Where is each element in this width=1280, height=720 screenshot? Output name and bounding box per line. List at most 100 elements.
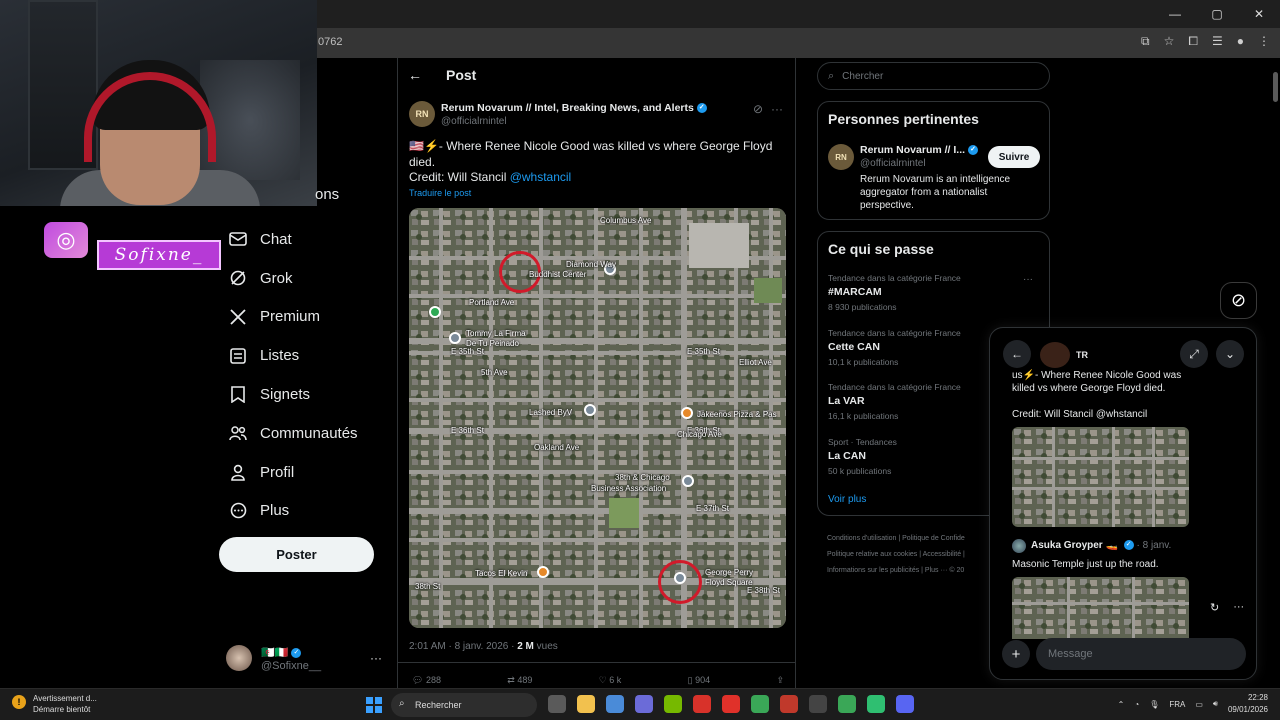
trend-item[interactable]: Tendance dans la catégorie France #MARCA… xyxy=(828,273,1038,312)
reply-icon[interactable]: ↻ xyxy=(1210,601,1219,614)
nav-item-grok[interactable]: Grok xyxy=(228,259,358,298)
profile-icon[interactable]: ● xyxy=(1237,34,1244,49)
like-button[interactable]: ♡ 6 k xyxy=(599,675,622,686)
repost-button[interactable]: ⇄ 489 xyxy=(507,675,532,686)
chevron-up-icon[interactable]: ⌃ xyxy=(1118,700,1125,709)
post-credit: Credit: Will Stancil @whstancil xyxy=(409,170,572,184)
taskbar-app-icon[interactable] xyxy=(577,695,595,713)
close-button[interactable]: ✕ xyxy=(1238,0,1280,28)
grok-icon[interactable]: ⊘ xyxy=(1220,282,1257,319)
taskbar-app-icon[interactable] xyxy=(606,695,624,713)
taskbar-app-icon[interactable] xyxy=(896,695,914,713)
more-icon[interactable]: ··· xyxy=(1233,601,1244,614)
nav-item-partial[interactable]: ons xyxy=(315,186,339,203)
taskbar-app-icon[interactable] xyxy=(780,695,798,713)
windows-start-icon[interactable] xyxy=(366,697,382,713)
author-name[interactable]: Rerum Novarum // Intel, Breaking News, a… xyxy=(441,102,707,114)
nav-item-communities[interactable]: Communautés xyxy=(228,414,358,453)
relevant-handle[interactable]: @officialrnintel xyxy=(860,158,926,169)
taskbar-app-icon[interactable] xyxy=(693,695,711,713)
more-icon[interactable]: ··· xyxy=(370,651,382,665)
expand-icon[interactable]: ⤢ xyxy=(1180,340,1208,368)
microphone-icon[interactable]: 🎙︎ xyxy=(1149,700,1159,709)
map-label: Tommy La Firma xyxy=(466,329,526,338)
map-label: 38th St xyxy=(415,582,441,591)
chat-map-thumbnail[interactable] xyxy=(1012,427,1189,527)
search-input[interactable]: ⌕ Chercher xyxy=(817,62,1050,90)
footer-links[interactable]: Conditions d'utilisation | Politique de … xyxy=(827,531,997,579)
nav-item-more[interactable]: Plus xyxy=(228,492,358,531)
map-label: E 37th St xyxy=(696,504,729,513)
clock[interactable]: 22:28 09/01/2026 xyxy=(1228,692,1268,716)
follow-button[interactable]: Suivre xyxy=(988,146,1040,168)
map-pin-icon xyxy=(429,306,441,318)
window-controls: — ▢ ✕ xyxy=(1154,0,1280,28)
reading-list-icon[interactable]: ☰ xyxy=(1212,34,1223,49)
share-icon[interactable]: ⇪ xyxy=(776,675,784,686)
map-pin-icon xyxy=(674,572,686,584)
nav-item-chat[interactable]: Chat xyxy=(228,220,358,259)
taskbar-app-icon[interactable] xyxy=(751,695,769,713)
chat-map-thumbnail[interactable] xyxy=(1012,577,1189,639)
taskbar-search[interactable]: ⌕ Rechercher xyxy=(391,693,537,717)
grok-icon[interactable]: ⊘ xyxy=(753,102,763,116)
chat-title: TR xyxy=(1076,350,1088,360)
notification-item[interactable]: ! Avertissement d... Démarre bientôt xyxy=(12,693,97,715)
x-logo-icon xyxy=(228,307,248,327)
search-placeholder: Chercher xyxy=(842,70,884,82)
post-button[interactable]: Poster xyxy=(219,537,374,572)
taskbar-app-icon[interactable] xyxy=(809,695,827,713)
url-text[interactable]: 0762 xyxy=(318,36,342,48)
back-arrow-icon[interactable]: ← xyxy=(408,67,422,83)
display-icon[interactable]: ▭ xyxy=(1195,700,1203,709)
nav-item-lists[interactable]: Listes xyxy=(228,336,358,375)
author-avatar[interactable]: RN xyxy=(409,101,435,127)
see-more-link[interactable]: Voir plus xyxy=(828,494,866,505)
main-column: ← Post RN Rerum Novarum // Intel, Breaki… xyxy=(397,58,796,720)
translate-link[interactable]: Traduire le post xyxy=(409,188,471,198)
page-scrollbar[interactable] xyxy=(1270,58,1280,658)
author-handle[interactable]: @officialrnintel xyxy=(441,116,507,127)
extensions-icon[interactable]: ⧠ xyxy=(1188,34,1198,49)
volume-icon[interactable]: 🔊︎ xyxy=(1213,699,1218,709)
network-icon[interactable]: ◔ xyxy=(1134,700,1139,709)
install-icon[interactable]: ⧉ xyxy=(1141,34,1150,49)
taskbar-app-icon[interactable] xyxy=(548,695,566,713)
taskbar-app-icon[interactable] xyxy=(635,695,653,713)
message-input[interactable]: Message xyxy=(1036,638,1246,670)
windows-taskbar: ! Avertissement d... Démarre bientôt ⌕ Re… xyxy=(0,688,1280,720)
chevron-down-icon[interactable]: ⌄ xyxy=(1216,340,1244,368)
taskbar-app-icon[interactable] xyxy=(867,695,885,713)
relevant-name[interactable]: Rerum Novarum // I... ✓ xyxy=(860,144,979,156)
add-attachment-icon[interactable]: + xyxy=(1002,640,1030,668)
taskbar-app-icon[interactable] xyxy=(664,695,682,713)
minimize-button[interactable]: — xyxy=(1154,0,1196,28)
maximize-button[interactable]: ▢ xyxy=(1196,0,1238,28)
chat-message-actions: ↻ ··· xyxy=(1210,601,1244,614)
post-tools: ⊘ ··· xyxy=(753,102,783,116)
post-map-image[interactable]: Diamond Way Buddhist Center Tommy La Fir… xyxy=(409,208,786,628)
warning-icon: ! xyxy=(12,695,26,709)
reply-button[interactable]: 💬︎ 288 xyxy=(412,675,441,686)
account-switcher[interactable]: 🇩🇿🇮🇹 ✓ @Sofixne__ ··· xyxy=(226,643,386,675)
taskbar-app-icon[interactable] xyxy=(722,695,740,713)
instagram-icon: ◎ xyxy=(44,222,88,258)
nav-item-bookmarks[interactable]: Signets xyxy=(228,375,358,414)
card-title: Personnes pertinentes xyxy=(828,111,979,127)
card-title: Ce qui se passe xyxy=(828,241,934,257)
chat-message: Masonic Temple just up the road. xyxy=(1012,559,1159,570)
map-label: Oakland Ave xyxy=(534,443,580,452)
taskbar-app-icon[interactable] xyxy=(838,695,856,713)
star-icon[interactable]: ☆ xyxy=(1164,34,1175,49)
menu-icon[interactable]: ⋮ xyxy=(1258,34,1270,49)
nav-item-profile[interactable]: Profil xyxy=(228,453,358,492)
bookmark-button[interactable]: ▯ 904 xyxy=(688,675,710,686)
map-label: E 35th St xyxy=(687,347,720,356)
more-icon[interactable]: ··· xyxy=(771,102,783,116)
nav-item-premium[interactable]: Premium xyxy=(228,298,358,337)
language-indicator[interactable]: FRA xyxy=(1169,700,1185,709)
back-arrow-icon[interactable]: ← xyxy=(1003,340,1031,368)
avatar[interactable]: RN xyxy=(828,144,854,170)
divider xyxy=(398,662,796,663)
mention-link[interactable]: @whstancil xyxy=(510,170,572,184)
